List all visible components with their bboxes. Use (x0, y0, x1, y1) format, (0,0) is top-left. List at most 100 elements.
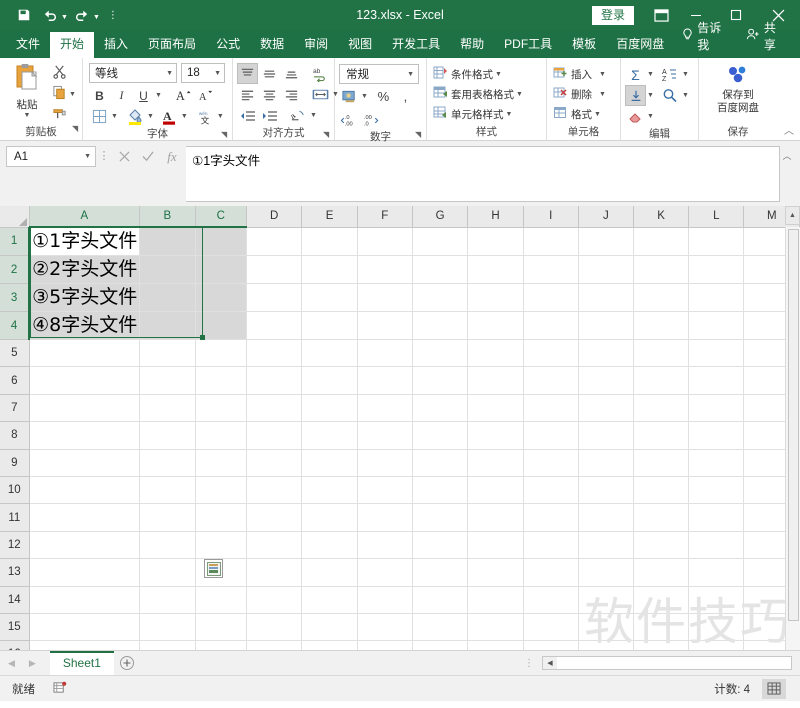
cell-d9[interactable] (246, 449, 303, 477)
cell-d4[interactable] (246, 311, 303, 340)
fill-color-button[interactable] (125, 106, 146, 127)
cell-g9[interactable] (412, 449, 469, 477)
cell-l7[interactable] (688, 394, 745, 423)
tab-data[interactable]: 数据 (250, 32, 294, 58)
cell-k10[interactable] (633, 476, 690, 505)
font-color-button[interactable]: A (159, 106, 180, 127)
cell-f1[interactable] (357, 227, 413, 256)
clear-button[interactable] (625, 106, 646, 127)
column-header-l[interactable]: L (688, 206, 745, 228)
cell-i1[interactable] (523, 227, 579, 256)
cell-j8[interactable] (578, 421, 634, 450)
cell-a1[interactable]: ①1字头文件 (29, 227, 141, 256)
cell-k11[interactable] (633, 503, 690, 532)
row-header-3[interactable]: 3 (0, 283, 31, 312)
cell-k8[interactable] (633, 421, 690, 450)
insert-cells-dropdown-icon[interactable]: ▼ (599, 71, 606, 78)
tab-view[interactable]: 视图 (338, 32, 382, 58)
cell-g4[interactable] (412, 311, 469, 340)
horizontal-scrollbar[interactable]: ◀ (542, 656, 792, 670)
column-header-j[interactable]: J (578, 206, 634, 228)
cell-g13[interactable] (412, 558, 469, 587)
cell-e9[interactable] (301, 449, 358, 477)
cell-b15[interactable] (139, 613, 196, 642)
cell-b13[interactable] (139, 558, 196, 587)
row-header-16[interactable]: 16 (0, 640, 30, 650)
cell-c12[interactable] (195, 531, 248, 560)
cell-i3[interactable] (523, 283, 579, 312)
font-size-dropdown-icon[interactable]: ▼ (214, 70, 221, 77)
paste-button[interactable]: 粘贴 ▼ (4, 61, 50, 119)
cell-e11[interactable] (301, 503, 358, 532)
cell-i16[interactable] (523, 640, 579, 650)
cell-i9[interactable] (523, 449, 579, 477)
cell-k2[interactable] (633, 255, 690, 284)
cell-l8[interactable] (688, 421, 745, 450)
cell-e15[interactable] (301, 613, 358, 642)
cell-f3[interactable] (357, 283, 413, 312)
sign-in-button[interactable]: 登录 (591, 5, 634, 25)
autosum-button[interactable]: Σ (625, 64, 646, 85)
tab-baidu-netdisk[interactable]: 百度网盘 (606, 32, 674, 58)
row-header-15[interactable]: 15 (0, 613, 30, 642)
cell-d2[interactable] (246, 255, 303, 284)
insert-cells-button[interactable]: 插入 ▼ (551, 64, 608, 84)
tab-review[interactable]: 审阅 (294, 32, 338, 58)
accounting-dropdown-icon[interactable]: ▼ (361, 93, 368, 100)
cell-a15[interactable] (29, 613, 141, 642)
comma-style-button[interactable]: , (395, 86, 416, 107)
tab-file[interactable]: 文件 (6, 32, 50, 58)
cell-b10[interactable] (139, 476, 196, 505)
cell-c10[interactable] (195, 476, 248, 505)
cell-f4[interactable] (357, 311, 413, 340)
cell-c3[interactable] (195, 283, 248, 312)
cell-c9[interactable] (195, 449, 248, 477)
cell-f10[interactable] (357, 476, 413, 505)
cell-l10[interactable] (688, 476, 745, 505)
cell-i12[interactable] (523, 531, 579, 560)
cell-c6[interactable] (195, 366, 248, 395)
align-right-button[interactable] (281, 84, 302, 105)
cell-l1[interactable] (688, 227, 745, 256)
phonetic-dropdown-icon[interactable]: ▼ (217, 113, 224, 120)
cell-j2[interactable] (578, 255, 634, 284)
orientation-dropdown-icon[interactable]: ▼ (310, 112, 317, 119)
cell-a12[interactable] (29, 531, 141, 560)
cell-h11[interactable] (467, 503, 524, 532)
sheet-splitter[interactable]: ⋮ (516, 658, 542, 669)
cell-k1[interactable] (633, 227, 690, 256)
formula-bar-splitter[interactable]: ⋮ (96, 146, 112, 167)
cell-d8[interactable] (246, 421, 303, 450)
vertical-scroll-thumb[interactable] (788, 229, 799, 621)
cell-j1[interactable] (578, 227, 634, 256)
cell-b5[interactable] (139, 339, 196, 368)
column-header-b[interactable]: B (139, 206, 196, 228)
cell-b11[interactable] (139, 503, 196, 532)
cell-i5[interactable] (523, 339, 579, 368)
cell-f15[interactable] (357, 613, 413, 642)
cell-d1[interactable] (246, 227, 303, 256)
cell-e14[interactable] (301, 586, 358, 614)
cell-g15[interactable] (412, 613, 469, 642)
row-header-9[interactable]: 9 (0, 449, 30, 477)
tell-me-button[interactable]: 告诉我 (674, 19, 739, 58)
cell-b3[interactable] (139, 283, 196, 312)
cell-g10[interactable] (412, 476, 469, 505)
cell-d7[interactable] (246, 394, 303, 423)
row-header-1[interactable]: 1 (0, 227, 31, 256)
cell-l5[interactable] (688, 339, 745, 368)
cell-b8[interactable] (139, 421, 196, 450)
cell-k12[interactable] (633, 531, 690, 560)
row-header-12[interactable]: 12 (0, 531, 30, 560)
record-macro-icon[interactable] (53, 681, 67, 697)
add-sheet-button[interactable] (114, 655, 140, 671)
underline-button[interactable]: U (133, 85, 154, 106)
collapse-ribbon-icon[interactable]: ︿ (784, 122, 794, 137)
find-select-dropdown-icon[interactable]: ▼ (682, 92, 689, 99)
column-header-f[interactable]: F (357, 206, 413, 228)
cell-i13[interactable] (523, 558, 579, 587)
cell-b1[interactable] (139, 227, 196, 256)
cell-h13[interactable] (467, 558, 524, 587)
cell-a6[interactable] (29, 366, 141, 395)
copy-button[interactable]: ▼ (50, 84, 78, 104)
